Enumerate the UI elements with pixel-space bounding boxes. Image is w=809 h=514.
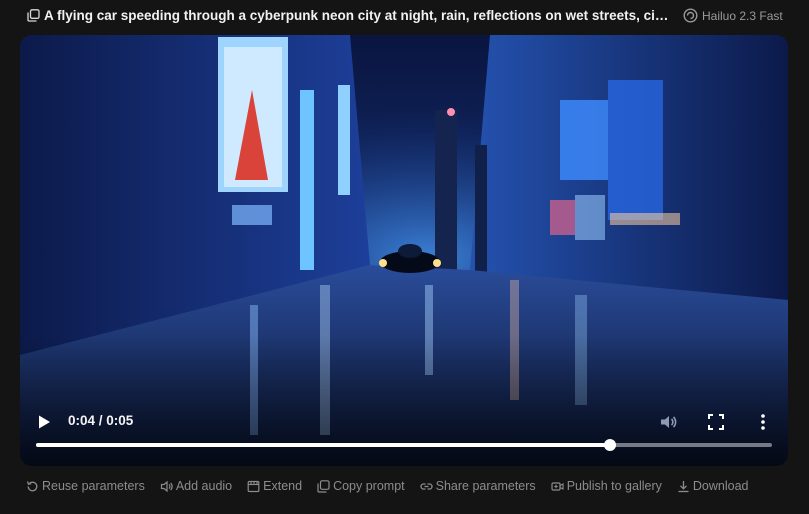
publish-to-gallery-button[interactable]: Publish to gallery (551, 479, 662, 493)
extend-label: Extend (263, 479, 303, 493)
progress-slider[interactable] (36, 439, 772, 451)
volume-icon[interactable] (658, 412, 678, 432)
player-controls: 0:04 / 0:05 (20, 405, 788, 466)
copy-icon[interactable] (27, 9, 40, 22)
model-badge: Hailuo 2.3 Fast (683, 7, 783, 24)
reuse-parameters-button[interactable]: Reuse parameters (26, 479, 145, 493)
download-button[interactable]: Download (677, 479, 749, 493)
copy-prompt-button[interactable]: Copy prompt (317, 479, 405, 493)
speaker-icon (160, 480, 173, 492)
refresh-icon (26, 480, 38, 491)
link-icon (419, 482, 433, 490)
copy-prompt-label: Copy prompt (333, 479, 405, 493)
video-camera-icon (551, 481, 564, 491)
model-name: Hailuo 2.3 Fast (702, 8, 783, 23)
reuse-parameters-label: Reuse parameters (42, 479, 145, 493)
play-icon[interactable] (36, 414, 52, 430)
video-frame (20, 35, 788, 466)
progress-thumb[interactable] (604, 439, 617, 451)
time-display: 0:04 / 0:05 (68, 413, 134, 428)
share-parameters-button[interactable]: Share parameters (419, 479, 536, 493)
more-options-icon[interactable] (755, 412, 771, 432)
header: A flying car speeding through a cyberpun… (0, 0, 809, 34)
extend-button[interactable]: Extend (247, 479, 302, 493)
prompt-title: A flying car speeding through a cyberpun… (44, 8, 676, 23)
share-parameters-label: Share parameters (435, 479, 536, 493)
download-label: Download (692, 479, 749, 493)
film-icon (247, 480, 260, 492)
publish-to-gallery-label: Publish to gallery (566, 479, 662, 493)
fullscreen-icon[interactable] (707, 413, 725, 431)
copy-icon (317, 479, 330, 493)
download-icon (678, 480, 689, 492)
action-bar: Reuse parameters Add audio Extend Copy p… (26, 476, 748, 496)
add-audio-label: Add audio (175, 479, 233, 493)
progress-fill (36, 443, 611, 447)
hailuo-logo-icon (683, 8, 698, 23)
video-player[interactable]: 0:04 / 0:05 (20, 35, 788, 466)
add-audio-button[interactable]: Add audio (160, 479, 232, 493)
